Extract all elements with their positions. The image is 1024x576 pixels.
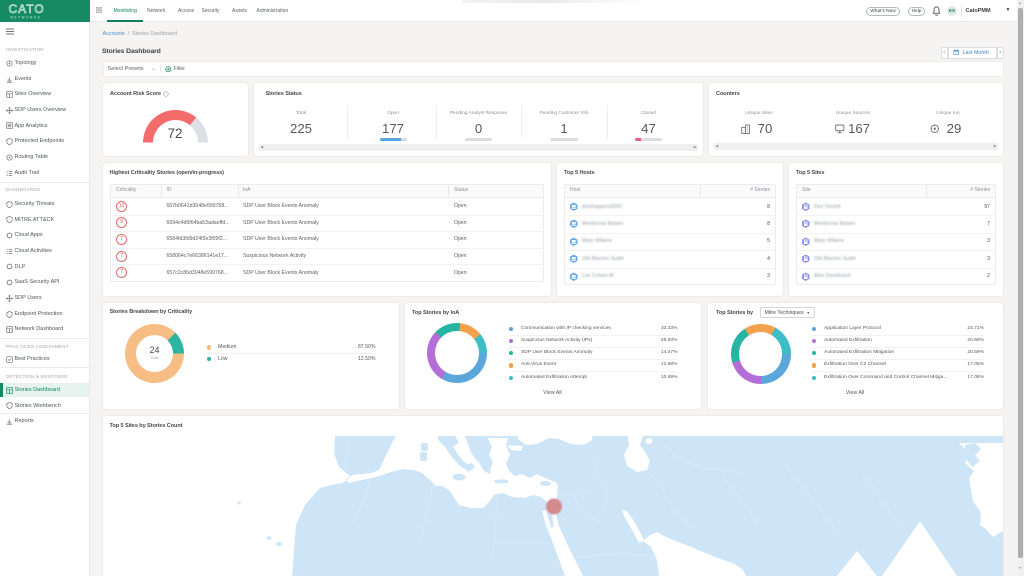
svg-text:CATO: CATO — [9, 2, 45, 16]
svg-text:NETWORKS: NETWORKS — [11, 16, 42, 20]
svg-text:?: ? — [165, 92, 167, 96]
